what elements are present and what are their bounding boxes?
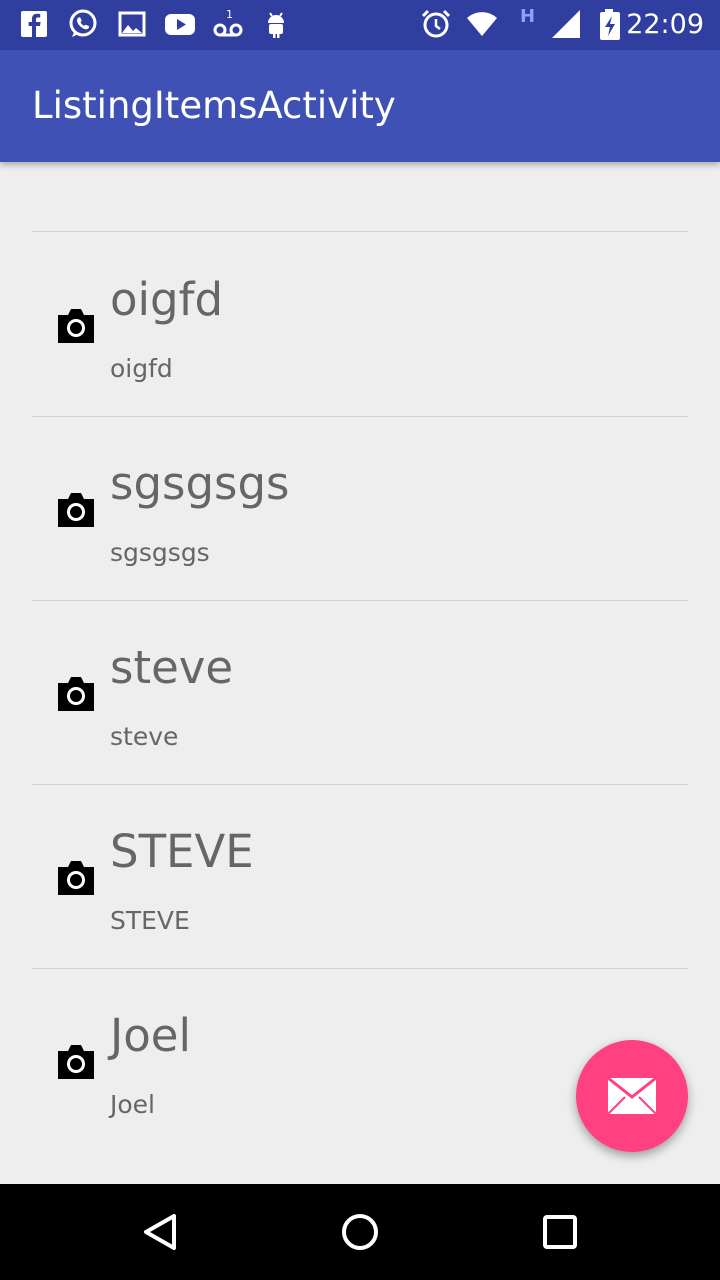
divider bbox=[32, 231, 688, 232]
clock-time: 22:09 bbox=[626, 9, 704, 40]
list-item[interactable]: STEVE STEVE bbox=[0, 785, 720, 969]
signal-icon bbox=[550, 8, 582, 40]
item-title: Joel bbox=[110, 1009, 191, 1062]
item-title: steve bbox=[110, 641, 234, 694]
navigation-bar bbox=[0, 1184, 720, 1280]
camera-icon bbox=[54, 489, 98, 529]
home-icon bbox=[342, 1214, 378, 1250]
camera-icon bbox=[54, 1041, 98, 1081]
svg-text:H: H bbox=[520, 6, 535, 27]
list-item[interactable] bbox=[0, 162, 720, 232]
app-bar: ListingItemsActivity bbox=[0, 50, 720, 162]
network-h-icon: H bbox=[514, 4, 546, 36]
back-icon bbox=[144, 1214, 176, 1250]
home-button[interactable] bbox=[336, 1208, 384, 1256]
battery-charging-icon bbox=[594, 8, 626, 40]
list-item[interactable]: sgsgsgs sgsgsgs bbox=[0, 417, 720, 601]
voicemail-icon: 1 bbox=[212, 8, 244, 40]
item-title: oigfd bbox=[110, 273, 224, 326]
item-title: STEVE bbox=[110, 825, 254, 878]
facebook-icon bbox=[18, 8, 50, 40]
voicemail-count: 1 bbox=[226, 8, 233, 21]
camera-icon bbox=[54, 305, 98, 345]
page-title: ListingItemsActivity bbox=[32, 84, 396, 127]
mail-icon bbox=[607, 1077, 657, 1115]
camera-icon bbox=[54, 857, 98, 897]
camera-icon bbox=[54, 673, 98, 713]
item-subtitle: oigfd bbox=[110, 354, 173, 383]
item-subtitle: steve bbox=[110, 722, 179, 751]
item-subtitle: sgsgsgs bbox=[110, 538, 210, 567]
items-list[interactable]: oigfd oigfd sgsgsgs sgsgsgs steve steve … bbox=[0, 162, 720, 1184]
list-item[interactable]: oigfd oigfd bbox=[0, 233, 720, 417]
recents-icon bbox=[543, 1215, 577, 1249]
item-subtitle: Joel bbox=[110, 1090, 155, 1119]
list-item[interactable]: steve steve bbox=[0, 601, 720, 785]
android-icon bbox=[260, 8, 292, 40]
compose-mail-fab[interactable] bbox=[576, 1040, 688, 1152]
status-bar: 1 H 22:09 bbox=[0, 0, 720, 50]
item-subtitle: STEVE bbox=[110, 906, 190, 935]
back-button[interactable] bbox=[136, 1208, 184, 1256]
youtube-icon bbox=[164, 8, 196, 40]
recents-button[interactable] bbox=[536, 1208, 584, 1256]
wifi-icon bbox=[466, 8, 498, 40]
whatsapp-icon bbox=[67, 8, 99, 40]
gallery-icon bbox=[116, 8, 148, 40]
item-title: sgsgsgs bbox=[110, 457, 290, 510]
alarm-icon bbox=[420, 8, 452, 40]
